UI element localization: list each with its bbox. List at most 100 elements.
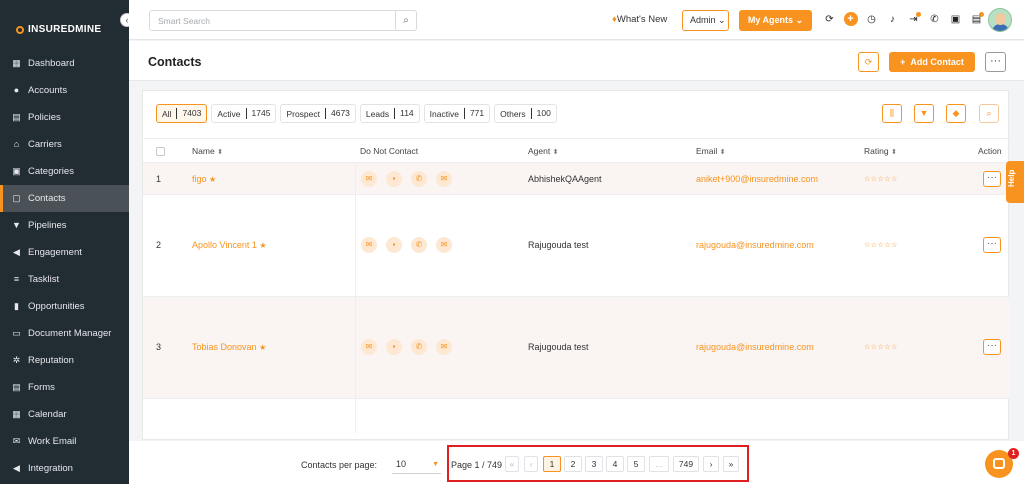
brand-logo[interactable]: INSUREDMINE [16,24,101,35]
filter-prospect[interactable]: Prospect 4673 [280,104,356,123]
tag-button[interactable]: ◆ [946,104,966,123]
chat-icon[interactable]: ▪ [386,237,402,253]
sidebar-item-integration[interactable]: ◀ Integration [0,455,129,482]
rating-stars[interactable]: ☆☆☆☆☆ [864,343,898,351]
contact-name-link[interactable]: figo ★ [192,174,216,184]
page-button[interactable]: 3 [585,456,603,472]
filter-leads[interactable]: Leads 114 [359,104,420,123]
page-button[interactable]: 749 [673,456,699,472]
phone-icon[interactable]: ✆ [924,11,945,29]
sidebar-item-pipelines[interactable]: ▼ Pipelines [0,212,129,239]
bell-icon[interactable]: ♪ [882,11,903,29]
row-action-button[interactable]: ··· [983,339,1001,355]
add-contact-button[interactable]: + Add Contact [889,52,975,72]
search-icon[interactable]: ⌕ [395,11,416,30]
chevron-down-icon: ⌄ [795,15,804,25]
phone-icon[interactable]: ✆ [411,171,427,187]
row-action-button[interactable]: ··· [983,237,1001,253]
mail-icon[interactable]: ✉ [436,237,452,253]
plus-icon[interactable]: + [840,11,861,29]
email-icon[interactable]: ✉ [361,237,377,253]
next-page-button[interactable]: › [703,456,719,472]
sidebar-item-work-email[interactable]: ✉ Work Email [0,428,129,455]
prev-page-button[interactable]: ‹ [524,456,538,472]
sidebar-item-contacts[interactable]: ▢ Contacts [0,185,129,212]
sidebar-item-carriers[interactable]: ⌂ Carriers [0,131,129,158]
logout-icon[interactable]: ⇥ [903,11,924,29]
star-icon: ★ [259,241,267,250]
email-link[interactable]: rajugouda@insuredmine.com [696,240,814,250]
contact-name-link[interactable]: Tobias Donovan ★ [192,342,266,352]
sidebar-item-tasklist[interactable]: ≡ Tasklist [0,266,129,293]
email-link[interactable]: aniket+900@insuredmine.com [696,174,818,184]
sidebar-item-engagement[interactable]: ◀ Engagement [0,239,129,266]
rating-stars[interactable]: ☆☆☆☆☆ [864,175,898,183]
chat-icon[interactable]: ▪ [386,339,402,355]
filter-button[interactable]: ▼ [914,104,934,123]
chat-icon [993,458,1005,469]
mail-icon[interactable]: ✉ [436,339,452,355]
sidebar-item-forms[interactable]: ▤ Forms [0,374,129,401]
phone-icon[interactable]: ✆ [411,237,427,253]
filter-inactive[interactable]: Inactive 771 [423,104,491,123]
pagination-footer: Contacts per page: 10 ▼ Page 1 / 749 « ‹ … [129,441,1024,484]
my-agents-label: My Agents [747,15,794,25]
last-page-button[interactable]: » [723,456,739,472]
sidebar-item-accounts[interactable]: ● Accounts [0,77,129,104]
sidebar-item-opportunities[interactable]: ▮ Opportunities [0,293,129,320]
more-options-button[interactable]: ··· [985,52,1006,72]
sidebar-item-reputation[interactable]: ✲ Reputation [0,347,129,374]
contact-name-link[interactable]: Apollo Vincent 1 ★ [192,240,267,250]
my-agents-button[interactable]: My Agents ⌄ [739,10,812,31]
engagement-icon: ◀ [13,247,20,257]
phone-icon[interactable]: ✆ [411,339,427,355]
row-action-button[interactable]: ··· [983,171,1001,187]
column-rating[interactable]: Rating ⬍ [864,146,897,156]
page-button[interactable]: 2 [564,456,582,472]
sidebar-item-dashboard[interactable]: ▦ Dashboard [0,50,129,77]
clock-icon[interactable]: ◷ [861,11,882,29]
sidebar-item-document-manager[interactable]: ▭ Document Manager [0,320,129,347]
rating-stars[interactable]: ☆☆☆☆☆ [864,241,898,249]
columns-button[interactable]: ⫼ [882,104,902,123]
filter-all[interactable]: All 7403 [156,104,208,123]
email-icon[interactable]: ✉ [361,171,377,187]
sidebar-item-policies[interactable]: ▤ Policies [0,104,129,131]
chat-icon[interactable]: ▪ [386,171,402,187]
mail-icon[interactable]: ✉ [436,171,452,187]
filter-others[interactable]: Others 100 [494,104,557,123]
help-tab[interactable]: Help [1006,161,1024,203]
per-page-select[interactable]: 10 ▼ [392,455,441,474]
sidebar-item-categories[interactable]: ▣ Categories [0,158,129,185]
page-button[interactable]: 5 [627,456,645,472]
whats-new-link[interactable]: ♦What's New [612,14,667,25]
sidebar-item-calendar[interactable]: ▦ Calendar [0,401,129,428]
email-link[interactable]: rajugouda@insuredmine.com [696,342,814,352]
smart-search[interactable]: Smart Search ⌕ [149,10,417,31]
role-select[interactable]: Admin ⌄ [682,10,729,31]
email-icon[interactable]: ✉ [361,339,377,355]
avatar[interactable] [988,8,1012,32]
table-search-button[interactable]: ⌕ [979,104,999,123]
top-bar: Smart Search ⌕ ♦What's New Admin ⌄ My Ag… [129,0,1024,40]
chip-icon[interactable]: ▣ [945,11,966,29]
search-input[interactable]: Smart Search [158,16,210,26]
refresh-icon[interactable]: ⟳ [819,11,840,29]
star-icon: ★ [209,175,217,184]
opportunities-icon: ▮ [14,301,19,311]
column-email[interactable]: Email ⬍ [696,146,726,156]
document-icon[interactable]: ▤ [966,11,987,29]
sort-icon: ⬍ [890,149,897,156]
page-button[interactable]: 4 [606,456,624,472]
calendar-icon: ▦ [12,409,21,419]
filter-active[interactable]: Active 1745 [211,104,277,123]
logo-icon [16,25,24,34]
brand-name: INSUREDMINE [28,24,102,35]
column-agent[interactable]: Agent ⬍ [528,146,558,156]
first-page-button[interactable]: « [505,456,519,472]
select-all-checkbox[interactable] [156,147,165,156]
column-name[interactable]: Name ⬍ [192,146,223,156]
notification-dot [916,12,921,17]
page-button[interactable]: 1 [543,456,561,472]
refresh-button[interactable]: ⟳ [858,52,879,72]
